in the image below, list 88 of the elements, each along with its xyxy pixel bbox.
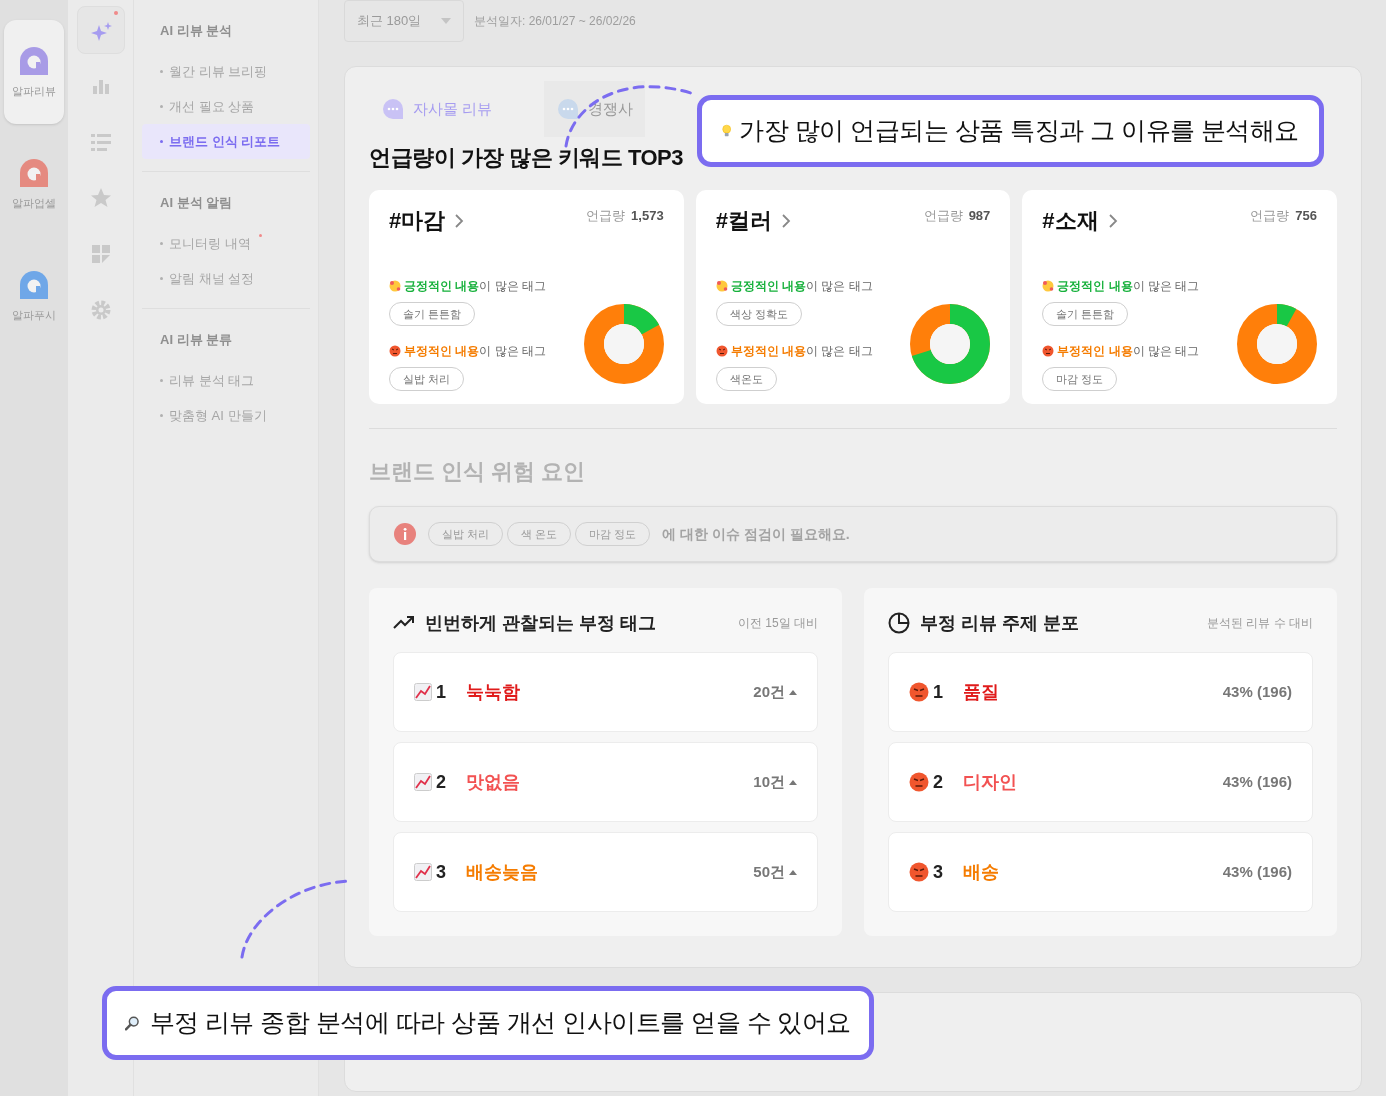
panel-title: 부정 리뷰 주제 분포 xyxy=(920,611,1079,635)
angry-emoji-icon xyxy=(909,862,929,882)
rank-value: 10건 xyxy=(753,771,785,792)
section-heading: AI 분석 알림 xyxy=(159,194,234,212)
callout-text: 가장 많이 언급되는 상품 특징과 그 이유를 분석해요 xyxy=(739,115,1299,147)
nav-item[interactable]: 알림 채널 설정 xyxy=(142,261,310,296)
chevron-right-icon xyxy=(1108,213,1118,228)
chat-bubble-icon xyxy=(556,97,581,121)
mention-count: 987 xyxy=(968,207,991,225)
chat-bubble-icon xyxy=(381,97,405,121)
risk-message: 에 대한 이슈 점검이 필요해요. xyxy=(662,524,850,544)
rank-label: 배송늦음 xyxy=(466,860,538,884)
bullet-icon xyxy=(160,105,163,108)
bullet-icon xyxy=(160,379,163,382)
nav-item[interactable]: 리뷰 분석 태그 xyxy=(142,363,310,398)
rank-label: 디자인 xyxy=(963,770,1017,794)
panel-note: 이전 15일 대비 xyxy=(738,615,818,632)
chevron-right-icon xyxy=(781,213,791,228)
chart-emoji-icon xyxy=(414,863,432,881)
rank-label: 배송 xyxy=(963,860,999,884)
mention-count: 1,573 xyxy=(631,207,664,225)
rank-number: 2 xyxy=(933,770,944,794)
nav-item[interactable]: 브랜드 인식 리포트 xyxy=(142,124,310,159)
analysis-date: 분석일자: 26/01/27 ~ 26/02/26 xyxy=(474,13,636,30)
channel-tab[interactable]: 경쟁사 xyxy=(544,81,646,137)
trending-up-icon xyxy=(393,616,415,630)
rank-value: 43% (196) xyxy=(1222,681,1292,702)
nav-item[interactable]: 월간 리뷰 브리핑 xyxy=(142,54,310,89)
chart-emoji-icon xyxy=(414,773,432,791)
sidebar-tab[interactable] xyxy=(76,6,125,54)
mention-label: 언급량 xyxy=(1250,207,1290,225)
app-button[interactable]: 알파리뷰 xyxy=(4,20,64,124)
pie-chart-icon xyxy=(888,612,910,634)
tag-caption: 부정적인 내용이 많은 태그 xyxy=(730,343,873,360)
mention-label: 언급량 xyxy=(923,207,963,225)
rank-number: 3 xyxy=(933,860,944,884)
nav-item[interactable]: 모니터링 내역 xyxy=(142,226,310,261)
rank-number: 3 xyxy=(436,860,447,884)
angry-emoji-icon xyxy=(715,345,728,357)
rank-label: 맛없음 xyxy=(466,770,520,794)
chevron-right-icon xyxy=(455,213,465,228)
panel-note: 분석된 리뷰 수 대비 xyxy=(1207,615,1313,632)
angry-emoji-icon xyxy=(389,345,401,357)
bullet-icon xyxy=(160,414,163,417)
settings-icon xyxy=(89,299,112,321)
keyword-title: #소재 xyxy=(1042,207,1099,235)
bullet-icon xyxy=(160,140,163,143)
rank-number: 2 xyxy=(436,770,447,794)
section-heading: AI 리뷰 분류 xyxy=(159,331,234,349)
dropdown-value: 최근 180일 xyxy=(357,12,422,31)
caret-icon xyxy=(441,18,451,24)
rank-number: 1 xyxy=(436,680,447,704)
nav-item[interactable]: 맞춤형 AI 만들기 xyxy=(142,398,310,433)
tag-caption: 긍정적인 내용이 많은 태그 xyxy=(404,278,546,295)
section-title: 언급량이 가장 많은 키워드 TOP3 xyxy=(369,144,684,172)
star-icon xyxy=(89,187,112,209)
angry-emoji-icon xyxy=(1042,345,1055,357)
bullet-icon xyxy=(160,70,163,73)
keyword-title: #컬러 xyxy=(715,207,772,235)
rank-number: 1 xyxy=(933,680,944,704)
list-icon xyxy=(89,131,112,153)
rank-value: 50건 xyxy=(753,861,785,882)
nav-item[interactable]: 개선 필요 상품 xyxy=(142,89,310,124)
grid-icon xyxy=(89,243,112,265)
info-icon xyxy=(394,523,416,545)
rank-value: 20건 xyxy=(753,681,785,702)
channel-tab[interactable]: 자사몰 리뷰 xyxy=(369,81,505,137)
tag-caption: 부정적인 내용이 많은 태그 xyxy=(404,343,546,360)
rank-label: 눅눅함 xyxy=(466,680,520,704)
rank-value: 43% (196) xyxy=(1222,861,1292,882)
mention-count: 756 xyxy=(1295,207,1317,225)
section-heading: AI 리뷰 분석 xyxy=(159,22,234,40)
angry-emoji-icon xyxy=(909,772,929,792)
mention-label: 언급량 xyxy=(586,207,626,225)
callout-text: 부정 리뷰 종합 분석에 따라 상품 개선 인사이트를 얻을 수 있어요 xyxy=(149,1007,851,1039)
tag-caption: 긍정적인 내용이 많은 태그 xyxy=(1057,278,1200,295)
angry-emoji-icon xyxy=(909,682,929,702)
period-dropdown[interactable]: 최근 180일 xyxy=(344,0,464,42)
section-title: 브랜드 인식 위험 요인 xyxy=(369,458,587,486)
bullet-icon xyxy=(160,242,163,245)
chart-emoji-icon xyxy=(414,683,432,701)
rank-value: 43% (196) xyxy=(1222,771,1292,792)
bullet-icon xyxy=(160,277,163,280)
rank-label: 품질 xyxy=(963,680,999,704)
panel-title: 빈번하게 관찰되는 부정 태그 xyxy=(425,611,656,635)
keyword-title: #마감 xyxy=(389,207,446,235)
tag-caption: 긍정적인 내용이 많은 태그 xyxy=(730,278,873,295)
tag-caption: 부정적인 내용이 많은 태그 xyxy=(1057,343,1200,360)
